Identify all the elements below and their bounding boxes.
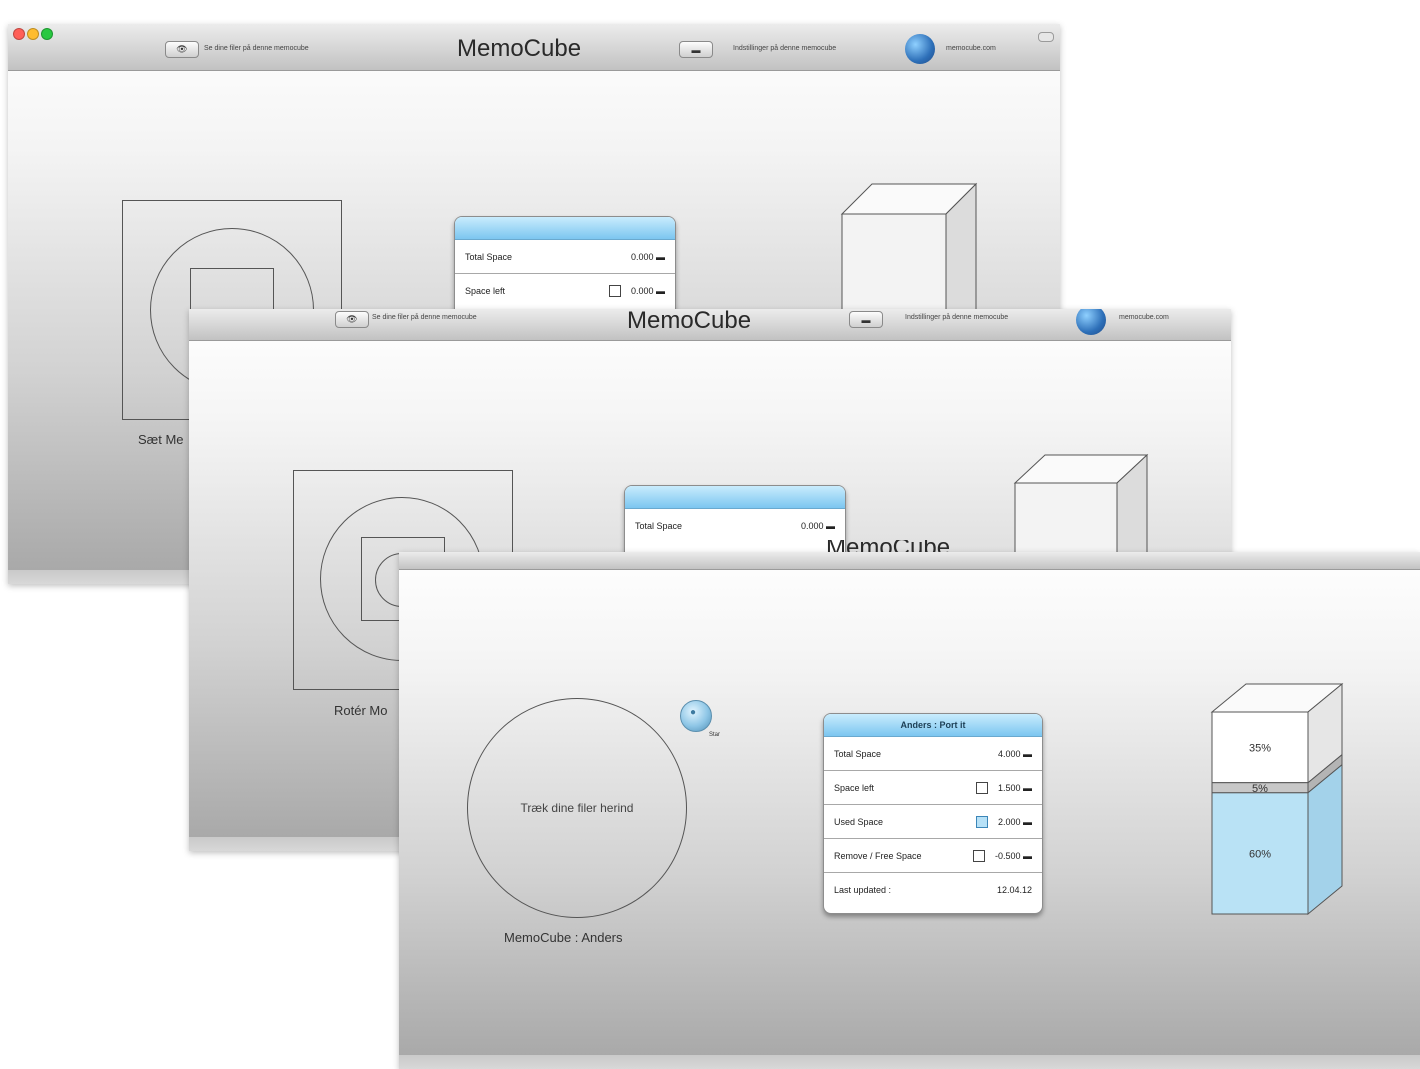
- titlebar: 👁 Se dine filer på denne memocube MemoCu…: [8, 24, 1060, 71]
- row-value: 4.000 ▬: [997, 748, 1032, 759]
- titlebar: 👁 Se dine filer på denne memocube MemoCu…: [189, 309, 1231, 341]
- storage-panel: Anders : Port it Total Space 4.000 ▬ Spa…: [823, 713, 1043, 914]
- row-value: -0.500 ▬: [994, 850, 1032, 861]
- row-label: Total Space: [465, 251, 513, 262]
- view-files-label[interactable]: Se dine filer på denne memocube: [204, 45, 309, 52]
- panel-header: [625, 486, 845, 509]
- globe-icon[interactable]: [1076, 309, 1106, 335]
- zoom-button[interactable]: [41, 28, 53, 40]
- row-label: Total Space: [635, 520, 683, 531]
- panel-row-free-space: Remove / Free Space -0.500 ▬: [824, 839, 1042, 873]
- row-value: 12.04.12: [996, 884, 1032, 895]
- panel-header: [455, 217, 675, 240]
- used-space-checkbox[interactable]: [975, 815, 988, 828]
- eye-icon: 👁: [176, 44, 188, 54]
- row-label: Remove / Free Space: [834, 850, 922, 861]
- settings-button[interactable]: ▬: [679, 41, 713, 58]
- storage-cube: [1013, 453, 1149, 563]
- cube-segment-label-0: 35%: [1249, 742, 1271, 754]
- panel-row: Total Space 0.000 ▬: [455, 240, 675, 274]
- panel-row: Total Space 0.000 ▬: [625, 509, 845, 542]
- free-space-checkbox[interactable]: [972, 849, 985, 862]
- star-icon: ●: [690, 707, 697, 718]
- battery-icon: ▬: [691, 44, 701, 55]
- step-caption: Sæt Me: [138, 432, 184, 447]
- panel-header: Anders : Port it: [824, 714, 1042, 737]
- row-label: Used Space: [834, 816, 884, 827]
- row-value: 2.000 ▬: [997, 816, 1032, 827]
- row-label: Space left: [465, 285, 506, 296]
- settings-button[interactable]: ▬: [849, 311, 883, 328]
- settings-label[interactable]: Indstillinger på denne memocube: [905, 314, 1008, 321]
- row-value: 0.000 ▬: [630, 251, 665, 262]
- row-label: Space left: [834, 782, 875, 793]
- globe-icon[interactable]: [905, 34, 935, 64]
- panel-row-last-updated: Last updated : 12.04.12: [824, 873, 1042, 906]
- app-title: MemoCube: [627, 309, 752, 334]
- close-button[interactable]: [13, 28, 25, 40]
- device-caption: MemoCube : Anders: [504, 930, 623, 945]
- website-link[interactable]: memocube.com: [946, 45, 996, 52]
- drop-zone-circle[interactable]: Træk dine filer herind: [467, 698, 687, 918]
- minimize-button[interactable]: [27, 28, 39, 40]
- space-left-checkbox[interactable]: [975, 781, 988, 794]
- app-title: MemoCube: [457, 35, 582, 62]
- star-label: Star: [709, 732, 721, 738]
- row-label: Total Space: [834, 748, 882, 759]
- row-checkbox[interactable]: [608, 284, 621, 297]
- eye-icon: 👁: [346, 314, 358, 324]
- row-value: 0.000 ▬: [630, 285, 665, 296]
- view-files-button[interactable]: 👁: [335, 311, 369, 328]
- view-files-label[interactable]: Se dine filer på denne memocube: [372, 314, 477, 321]
- window-front: Træk dine filer herind MemoCube : Anders…: [399, 552, 1420, 1069]
- view-files-button[interactable]: 👁: [165, 41, 199, 58]
- panel-row-total-space: Total Space 4.000 ▬: [824, 737, 1042, 771]
- titlebar: [399, 552, 1420, 570]
- front-title-fragment: MemoCube: [826, 540, 962, 552]
- panel-row-space-left: Space left 1.500 ▬: [824, 771, 1042, 805]
- panel-row-used-space: Used Space 2.000 ▬: [824, 805, 1042, 839]
- step-caption: Rotér Mo: [334, 703, 388, 718]
- row-label: Last updated :: [834, 884, 892, 895]
- usage-cube: 35%5%60%: [1210, 682, 1344, 916]
- row-value: 1.500 ▬: [997, 782, 1032, 793]
- toolbar-toggle-button[interactable]: [1038, 32, 1054, 42]
- star-button[interactable]: ●: [680, 700, 712, 732]
- website-link[interactable]: memocube.com: [1119, 314, 1169, 321]
- drop-zone-text: Træk dine filer herind: [520, 801, 634, 815]
- row-value: 0.000 ▬: [800, 520, 835, 531]
- settings-label[interactable]: Indstillinger på denne memocube: [733, 45, 836, 52]
- battery-icon: ▬: [861, 314, 871, 325]
- panel-row: Space left 0.000 ▬: [455, 274, 675, 307]
- status-strip: [399, 1055, 1420, 1069]
- cube-segment-label-2: 60%: [1249, 848, 1271, 860]
